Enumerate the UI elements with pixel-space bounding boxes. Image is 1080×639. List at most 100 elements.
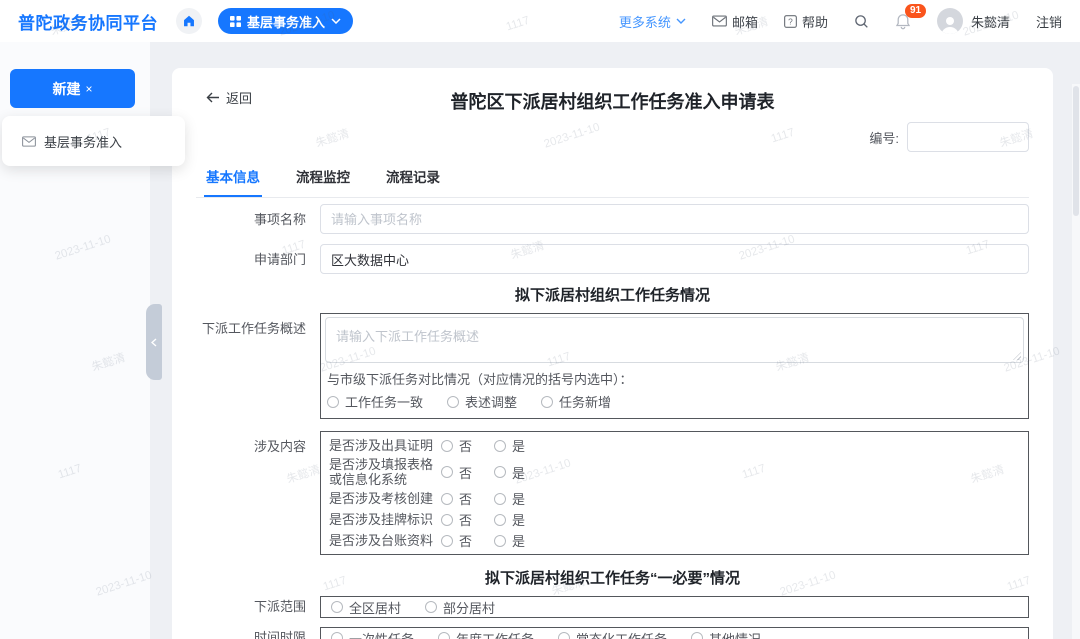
involve-question-label: 是否涉及出具证明: [329, 438, 433, 453]
radio-option[interactable]: 工作任务一致: [327, 392, 423, 411]
chevron-down-icon: [676, 18, 686, 24]
new-button-label: 新建: [52, 79, 80, 99]
notifications-button[interactable]: 91: [895, 13, 911, 30]
radio-circle-icon[interactable]: [331, 601, 343, 613]
menu-item-jiceng-shiwu-zhunru[interactable]: 基层事务准入: [2, 116, 185, 166]
radio-option[interactable]: 是: [494, 510, 525, 529]
radio-option-label: 工作任务一致: [345, 392, 423, 411]
task-overview-textarea[interactable]: [325, 317, 1024, 363]
radio-option[interactable]: 否: [441, 436, 472, 455]
involve-question-label: 是否涉及考核创建: [329, 491, 433, 506]
radio-option-label: 全区居村: [349, 598, 401, 617]
radio-option[interactable]: 否: [441, 510, 472, 529]
involve-question-row: 是否涉及台账资料否是: [329, 530, 1020, 551]
radio-option[interactable]: 常态化工作任务: [558, 629, 667, 639]
involve-question-row: 是否涉及出具证明否是: [329, 435, 1020, 456]
radio-circle-icon[interactable]: [425, 601, 437, 613]
radio-option[interactable]: 全区居村: [331, 598, 401, 617]
involve-radio-group: 否是: [441, 463, 525, 482]
serial-input[interactable]: [907, 122, 1029, 152]
scope-label: 下派范围: [196, 596, 306, 618]
radio-circle-icon[interactable]: [331, 632, 343, 639]
radio-option-label: 否: [459, 463, 472, 482]
radio-circle-icon[interactable]: [494, 466, 506, 478]
scrollbar-thumb[interactable]: [1073, 86, 1079, 216]
tab-process-record[interactable]: 流程记录: [384, 158, 442, 197]
radio-circle-icon[interactable]: [438, 632, 450, 639]
apply-dept-input[interactable]: [320, 244, 1029, 274]
top-header: 普陀政务协同平台 基层事务准入 更多系统 邮箱 ?: [0, 0, 1080, 42]
new-button-close-icon[interactable]: ×: [85, 82, 92, 96]
radio-circle-icon[interactable]: [494, 440, 506, 452]
tab-process-monitor[interactable]: 流程监控: [294, 158, 352, 197]
involve-label: 涉及内容: [196, 431, 306, 555]
involve-radio-group: 否是: [441, 531, 525, 550]
radio-option[interactable]: 部分居村: [425, 598, 495, 617]
logout-button[interactable]: 注销: [1036, 12, 1062, 31]
radio-circle-icon[interactable]: [327, 396, 339, 408]
radio-option-label: 是: [512, 489, 525, 508]
radio-circle-icon[interactable]: [447, 396, 459, 408]
home-button[interactable]: [176, 8, 202, 34]
mailbox-label: 邮箱: [732, 12, 758, 31]
new-dropdown-panel: 基层事务准入: [2, 116, 185, 166]
radio-option[interactable]: 年度工作任务: [438, 629, 534, 639]
avatar[interactable]: [937, 8, 963, 34]
app-logo: 普陀政务协同平台: [18, 9, 158, 34]
radio-circle-icon[interactable]: [494, 514, 506, 526]
radio-circle-icon[interactable]: [494, 535, 506, 547]
home-icon: [182, 14, 196, 28]
page-scrollbar[interactable]: [1072, 84, 1080, 639]
radio-option[interactable]: 是: [494, 489, 525, 508]
new-button[interactable]: 新建 ×: [10, 69, 135, 108]
radio-option-label: 年度工作任务: [456, 629, 534, 639]
involve-radio-group: 否是: [441, 510, 525, 529]
radio-option-label: 常态化工作任务: [576, 629, 667, 639]
radio-circle-icon[interactable]: [441, 493, 453, 505]
task-overview-label: 下派工作任务概述: [196, 313, 306, 419]
radio-option[interactable]: 表述调整: [447, 392, 517, 411]
radio-option[interactable]: 是: [494, 463, 525, 482]
app-switcher-pill[interactable]: 基层事务准入: [218, 8, 353, 34]
mailbox-link[interactable]: 邮箱: [712, 12, 758, 31]
radio-option-label: 是: [512, 436, 525, 455]
radio-option[interactable]: 任务新增: [541, 392, 611, 411]
radio-option-label: 部分居村: [443, 598, 495, 617]
section-heading-one-necessary: 拟下派居村组织工作任务“一必要”情况: [196, 567, 1029, 588]
help-link[interactable]: ? 帮助: [784, 12, 828, 31]
radio-option[interactable]: 否: [441, 531, 472, 550]
radio-option[interactable]: 否: [441, 489, 472, 508]
app-pill-label: 基层事务准入: [247, 12, 325, 31]
application-form: 事项名称 申请部门 拟下派居村组织工作任务情况 下派工作任务概述: [196, 204, 1029, 639]
involve-box: 是否涉及出具证明否是是否涉及填报表格 或信息化系统否是是否涉及考核创建否是是否涉…: [320, 431, 1029, 555]
svg-text:?: ?: [788, 16, 793, 26]
sidebar-collapse-handle[interactable]: [146, 304, 162, 380]
radio-option[interactable]: 否: [441, 463, 472, 482]
involve-radio-group: 否是: [441, 436, 525, 455]
involve-question-row: 是否涉及考核创建否 是: [329, 488, 1020, 509]
radio-circle-icon[interactable]: [494, 493, 506, 505]
involve-question-label: 是否涉及挂牌标识: [329, 512, 433, 527]
radio-option-label: 任务新增: [559, 392, 611, 411]
radio-circle-icon[interactable]: [441, 535, 453, 547]
radio-circle-icon[interactable]: [691, 632, 703, 639]
radio-option[interactable]: 其他情况: [691, 629, 761, 639]
radio-option[interactable]: 一次性任务: [331, 629, 414, 639]
arrow-left-icon: [206, 92, 220, 103]
back-button[interactable]: 返回: [206, 88, 252, 107]
search-button[interactable]: [854, 14, 869, 29]
radio-circle-icon[interactable]: [441, 514, 453, 526]
radio-option[interactable]: 是: [494, 436, 525, 455]
radio-circle-icon[interactable]: [441, 440, 453, 452]
tab-basic-info[interactable]: 基本信息: [204, 158, 262, 197]
scope-box: 全区居村 部分居村: [320, 596, 1029, 618]
radio-option-label: 否: [459, 510, 472, 529]
notification-badge: 91: [905, 4, 926, 18]
tab-bar: 基本信息 流程监控 流程记录: [196, 158, 1029, 198]
item-name-input[interactable]: [320, 204, 1029, 234]
radio-circle-icon[interactable]: [558, 632, 570, 639]
more-systems-menu[interactable]: 更多系统: [619, 12, 686, 31]
radio-circle-icon[interactable]: [441, 466, 453, 478]
radio-option[interactable]: 是: [494, 531, 525, 550]
radio-circle-icon[interactable]: [541, 396, 553, 408]
